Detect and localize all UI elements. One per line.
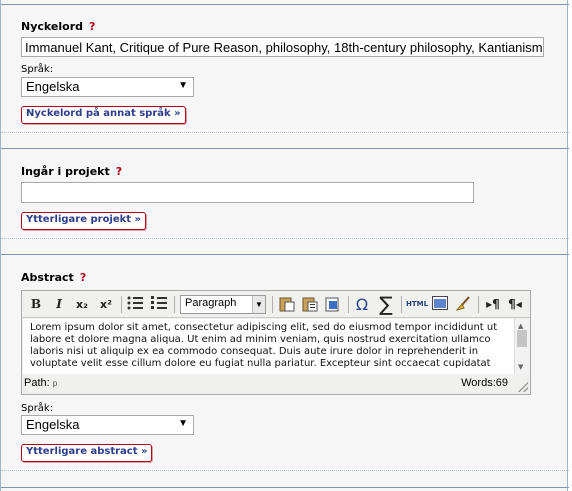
format-select[interactable]: Paragraph ▼ bbox=[180, 295, 266, 314]
editor-status-bar: Path: p Words:69 bbox=[22, 375, 530, 394]
path-label: Path: bbox=[24, 377, 50, 389]
broom-icon bbox=[455, 296, 470, 311]
toolbar-separator bbox=[401, 296, 402, 313]
dotted-divider bbox=[1, 132, 569, 133]
keywords-help-link[interactable]: ? bbox=[89, 20, 95, 33]
abstract-language-select[interactable]: Engelska ▼ bbox=[21, 415, 194, 435]
superscript-button[interactable]: x² bbox=[97, 296, 115, 313]
abstract-label: Abstract? bbox=[21, 271, 86, 284]
scroll-down-icon[interactable]: ▼ bbox=[518, 361, 523, 373]
toolbar-separator bbox=[348, 296, 349, 313]
dotted-divider bbox=[1, 238, 569, 239]
form-panel: Nyckelord? Immanuel Kant, Critique of Pu… bbox=[0, 0, 569, 491]
toolbar-separator bbox=[272, 296, 273, 313]
paste-text-icon bbox=[302, 297, 318, 312]
project-label: Ingår i projekt? bbox=[21, 165, 122, 178]
abstract-help-link[interactable]: ? bbox=[80, 271, 86, 284]
html-source-button[interactable]: HTML bbox=[406, 296, 428, 313]
toolbar-separator bbox=[121, 296, 122, 313]
abstract-label-text: Abstract bbox=[21, 271, 74, 284]
scrollbar-thumb[interactable] bbox=[517, 330, 527, 347]
italic-button[interactable]: I bbox=[51, 296, 67, 313]
abstract-text: Lorem ipsum dolor sit amet, consectetur … bbox=[30, 322, 498, 369]
bold-button[interactable]: B bbox=[28, 296, 44, 313]
toolbar-separator bbox=[478, 296, 479, 313]
word-count: Words:69 bbox=[461, 377, 508, 389]
keywords-language-label: Språk: bbox=[21, 64, 54, 75]
subscript-button[interactable]: x₂ bbox=[73, 296, 91, 313]
dotted-divider bbox=[1, 470, 569, 471]
path-value[interactable]: p bbox=[53, 379, 57, 388]
chevron-down-icon: ▼ bbox=[178, 418, 188, 429]
section-divider bbox=[1, 254, 569, 255]
keywords-language-select[interactable]: Engelska ▼ bbox=[21, 77, 194, 97]
fullscreen-icon bbox=[432, 296, 448, 310]
format-select-value: Paragraph bbox=[185, 297, 237, 309]
project-input[interactable] bbox=[21, 182, 474, 203]
more-projects-button[interactable]: Ytterligare projekt » bbox=[21, 212, 147, 230]
paste-word-icon bbox=[325, 297, 339, 312]
special-character-button[interactable]: Ω bbox=[353, 296, 371, 313]
math-sum-button[interactable]: ∑ bbox=[375, 294, 397, 314]
paste-word-button[interactable] bbox=[324, 296, 342, 313]
abstract-text-area[interactable]: Lorem ipsum dolor sit amet, consectetur … bbox=[23, 319, 529, 374]
abstract-language-value: Engelska bbox=[26, 417, 80, 432]
keywords-label: Nyckelord? bbox=[21, 20, 95, 33]
toolbar-separator bbox=[174, 296, 175, 313]
fullscreen-button[interactable] bbox=[431, 296, 449, 313]
rtl-direction-button[interactable]: ¶◂ bbox=[506, 296, 524, 313]
editor-scrollbar[interactable]: ▲ ▼ bbox=[514, 319, 529, 374]
bullet-list-icon bbox=[127, 296, 143, 310]
more-abstracts-button[interactable]: Ytterligare abstract » bbox=[21, 444, 153, 462]
section-divider bbox=[1, 4, 569, 5]
section-divider bbox=[1, 148, 569, 149]
project-help-link[interactable]: ? bbox=[116, 165, 122, 178]
numbered-list-button[interactable] bbox=[150, 296, 168, 313]
rtl-direction-icon: ¶◂ bbox=[508, 297, 522, 311]
section-divider bbox=[1, 487, 569, 488]
ltr-direction-icon: ▸¶ bbox=[486, 297, 500, 311]
editor-toolbar: B I x₂ x² Paragraph ▼ Ω ∑ HTML ▸¶ ¶◂ bbox=[22, 291, 530, 318]
abstract-language-label: Språk: bbox=[21, 403, 54, 414]
cleanup-button[interactable] bbox=[454, 296, 472, 313]
keywords-input[interactable]: Immanuel Kant, Critique of Pure Reason, … bbox=[21, 37, 544, 57]
bullet-list-button[interactable] bbox=[126, 296, 144, 313]
paste-icon bbox=[279, 297, 295, 312]
project-label-text: Ingår i projekt bbox=[21, 165, 110, 178]
keywords-label-text: Nyckelord bbox=[21, 20, 84, 33]
keywords-language-value: Engelska bbox=[26, 79, 80, 94]
paste-button[interactable] bbox=[278, 296, 296, 313]
keywords-other-language-button[interactable]: Nyckelord på annat språk » bbox=[21, 106, 186, 124]
numbered-list-icon bbox=[151, 296, 167, 309]
rich-text-editor: B I x₂ x² Paragraph ▼ Ω ∑ HTML ▸¶ ¶◂ Lor… bbox=[21, 290, 531, 395]
resize-grip-icon[interactable] bbox=[518, 382, 528, 392]
paste-text-button[interactable] bbox=[301, 296, 319, 313]
ltr-direction-button[interactable]: ▸¶ bbox=[484, 296, 502, 313]
chevron-down-icon: ▼ bbox=[178, 80, 188, 91]
chevron-down-icon: ▼ bbox=[252, 296, 265, 313]
